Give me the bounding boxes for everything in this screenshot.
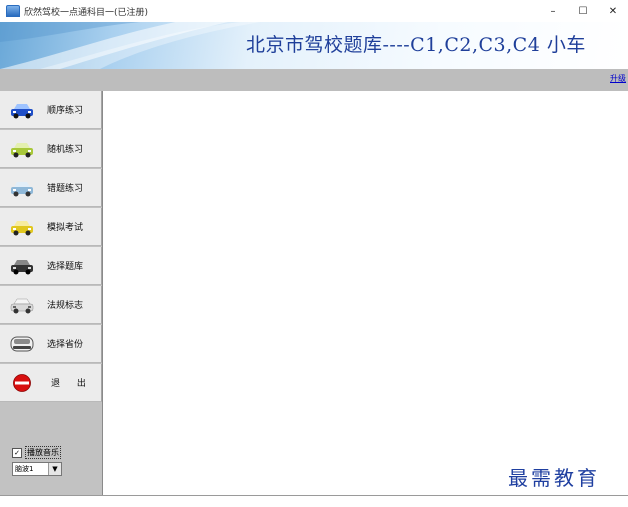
- car-black-icon: [11, 259, 33, 274]
- car-yellow-icon: [11, 220, 33, 235]
- sidebar-item-label: 错题练习: [47, 184, 84, 194]
- music-select[interactable]: 脑波1 ▼: [12, 462, 62, 476]
- car-front-icon: [10, 336, 34, 351]
- dropdown-arrow-icon[interactable]: ▼: [48, 463, 61, 475]
- car-blue-icon: [11, 103, 33, 118]
- window-controls: – ☐ ✕: [538, 0, 628, 22]
- window-title: 欣然驾校一点通科目一(已注册): [24, 7, 149, 18]
- maximize-button[interactable]: ☐: [568, 0, 598, 22]
- toolbar: 升级: [0, 69, 628, 91]
- sidebar-item-sequential-practice[interactable]: 顺序练习: [0, 91, 102, 129]
- sidebar-item-label: 选择题库: [47, 262, 84, 272]
- sidebar-item-label: 选择省份: [47, 340, 84, 350]
- sidebar-item-label: 退 出: [51, 379, 93, 389]
- sidebar-item-label: 顺序练习: [47, 106, 84, 116]
- title-bar: 欣然驾校一点通科目一(已注册) – ☐ ✕: [0, 0, 628, 22]
- sidebar-item-select-question-bank[interactable]: 选择题库: [0, 247, 102, 285]
- minimize-button[interactable]: –: [538, 0, 568, 22]
- upgrade-link[interactable]: 升级: [610, 73, 626, 84]
- music-checkbox-label: 播放音乐: [25, 446, 61, 459]
- no-entry-icon: [13, 373, 31, 392]
- banner-title: 北京市驾校题库----C1,C2,C3,C4 小车: [246, 34, 586, 56]
- sidebar-item-label: 法规标志: [47, 301, 84, 311]
- car-white-icon: [10, 298, 34, 313]
- bottom-border: [0, 495, 628, 496]
- sidebar-item-label: 模拟考试: [47, 223, 84, 233]
- sidebar-item-exit[interactable]: 退 出: [0, 364, 102, 402]
- car-green-icon: [11, 142, 33, 157]
- header-banner: 北京市驾校题库----C1,C2,C3,C4 小车: [0, 22, 628, 69]
- watermark-text: 最需教育: [508, 466, 600, 490]
- sidebar-item-random-practice[interactable]: 随机练习: [0, 130, 102, 168]
- close-button[interactable]: ✕: [598, 0, 628, 22]
- music-select-value: 脑波1: [15, 465, 34, 473]
- sidebar-item-wrong-answers[interactable]: 错题练习: [0, 169, 102, 207]
- sidebar: 顺序练习 随机练习 错题练习 模拟考试 选择题库 法规标志 选择省份 退 出: [0, 91, 103, 495]
- main-content-area: [103, 91, 628, 495]
- sidebar-item-mock-exam[interactable]: 模拟考试: [0, 208, 102, 246]
- sidebar-item-label: 随机练习: [47, 145, 84, 155]
- app-window: 欣然驾校一点通科目一(已注册) – ☐ ✕ 北京市驾校题库----C1,C2,C…: [0, 0, 628, 507]
- sidebar-item-select-province[interactable]: 选择省份: [0, 325, 102, 363]
- music-toggle[interactable]: ✓ 播放音乐: [12, 446, 61, 459]
- app-icon: [6, 5, 20, 17]
- sidebar-item-traffic-signs[interactable]: 法规标志: [0, 286, 102, 324]
- car-lightblue-icon: [11, 181, 33, 196]
- music-checkbox[interactable]: ✓: [12, 447, 22, 458]
